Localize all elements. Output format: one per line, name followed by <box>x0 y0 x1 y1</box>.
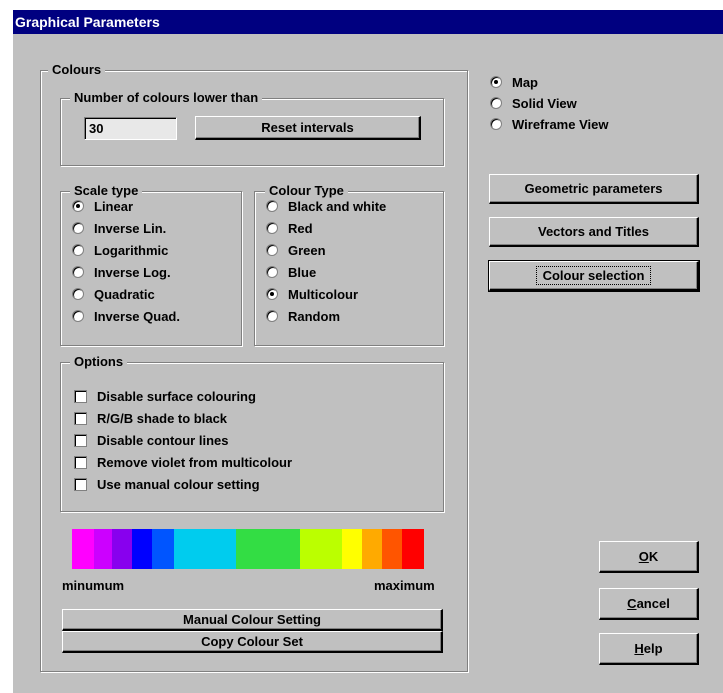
checkbox-disable-contour-lines[interactable]: Disable contour lines <box>74 431 228 449</box>
radio-label: Red <box>288 220 313 236</box>
reset-intervals-button[interactable]: Reset intervals <box>195 116 421 140</box>
geometric-parameters-label: Geometric parameters <box>524 181 663 196</box>
colour-swatch <box>382 529 402 569</box>
vectors-and-titles-button[interactable]: Vectors and Titles <box>489 217 699 247</box>
reset-intervals-label: Reset intervals <box>261 120 354 135</box>
manual-colour-setting-button[interactable]: Manual Colour Setting <box>62 609 443 631</box>
radio-label: Random <box>288 308 340 324</box>
radio-label: Inverse Log. <box>94 264 171 280</box>
colour-swatch <box>72 529 94 569</box>
manual-colour-setting-label: Manual Colour Setting <box>183 612 321 627</box>
cancel-label: Cancel <box>627 596 670 611</box>
colour-swatch <box>362 529 382 569</box>
radio-multicolour[interactable]: Multicolour <box>266 285 358 303</box>
radio-circle-icon <box>72 310 84 322</box>
radio-circle-icon <box>72 200 84 212</box>
maximum-label: maximum <box>374 578 435 593</box>
checkbox-box-icon <box>74 477 87 491</box>
radio-label: Solid View <box>512 95 577 111</box>
geometric-parameters-button[interactable]: Geometric parameters <box>489 174 699 204</box>
radio-label: Quadratic <box>94 286 155 302</box>
checkbox-r-g-b-shade-to-black[interactable]: R/G/B shade to black <box>74 409 227 427</box>
radio-circle-icon <box>266 310 278 322</box>
options-group-label: Options <box>70 353 128 371</box>
radio-label: Multicolour <box>288 286 359 302</box>
radio-label: Logarithmic <box>94 242 169 258</box>
radio-blue[interactable]: Blue <box>266 263 316 281</box>
checkbox-label: Remove violet from multicolour <box>97 454 293 470</box>
radio-circle-icon <box>72 266 84 278</box>
radio-solid-view[interactable]: Solid View <box>490 94 577 112</box>
radio-circle-icon <box>490 76 502 88</box>
vectors-and-titles-label: Vectors and Titles <box>537 224 650 239</box>
radio-label: Map <box>512 74 538 90</box>
colour-swatch <box>402 529 424 569</box>
radio-circle-icon <box>266 200 278 212</box>
checkbox-box-icon <box>74 433 87 447</box>
radio-circle-icon <box>72 288 84 300</box>
colour-swatch <box>174 529 236 569</box>
radio-inverse-lin[interactable]: Inverse Lin. <box>72 219 166 237</box>
colour-swatch <box>236 529 300 569</box>
radio-label: Wireframe View <box>512 116 609 132</box>
copy-colour-set-label: Copy Colour Set <box>201 634 303 649</box>
radio-label: Black and white <box>288 198 387 214</box>
radio-circle-icon <box>72 244 84 256</box>
checkbox-box-icon <box>74 455 87 469</box>
radio-circle-icon <box>266 266 278 278</box>
radio-logarithmic[interactable]: Logarithmic <box>72 241 168 259</box>
ok-button[interactable]: OK <box>599 541 699 573</box>
colour-swatch <box>152 529 174 569</box>
radio-linear[interactable]: Linear <box>72 197 133 215</box>
radio-red[interactable]: Red <box>266 219 313 237</box>
radio-label: Inverse Lin. <box>94 220 167 236</box>
radio-green[interactable]: Green <box>266 241 326 259</box>
colour-swatch <box>132 529 152 569</box>
checkbox-label: Disable surface colouring <box>97 388 256 404</box>
checkbox-label: R/G/B shade to black <box>97 410 228 426</box>
minimum-label: minumum <box>62 578 125 593</box>
checkbox-label: Disable contour lines <box>97 432 229 448</box>
number-of-colours-label: Number of colours lower than <box>70 89 263 107</box>
radio-inverse-log[interactable]: Inverse Log. <box>72 263 171 281</box>
help-label: Help <box>634 641 663 656</box>
colour-swatch <box>112 529 132 569</box>
radio-label: Blue <box>288 264 317 280</box>
radio-inverse-quad[interactable]: Inverse Quad. <box>72 307 180 325</box>
radio-circle-icon <box>490 97 502 109</box>
checkbox-remove-violet-from-multicolour[interactable]: Remove violet from multicolour <box>74 453 292 471</box>
radio-map[interactable]: Map <box>490 73 538 91</box>
checkbox-label: Use manual colour setting <box>97 476 260 492</box>
radio-quadratic[interactable]: Quadratic <box>72 285 155 303</box>
window-title: Graphical Parameters <box>13 10 723 34</box>
checkbox-use-manual-colour-setting[interactable]: Use manual colour setting <box>74 475 260 493</box>
radio-random[interactable]: Random <box>266 307 340 325</box>
checkbox-disable-surface-colouring[interactable]: Disable surface colouring <box>74 387 256 405</box>
ok-label: OK <box>638 549 659 564</box>
colours-group-label: Colours <box>48 61 106 79</box>
radio-circle-icon <box>490 118 502 130</box>
radio-wireframe-view[interactable]: Wireframe View <box>490 115 608 133</box>
radio-label: Inverse Quad. <box>94 308 180 324</box>
colour-selection-button[interactable]: Colour selection <box>488 260 700 292</box>
colour-scale-bar <box>72 529 434 569</box>
colour-count-input[interactable] <box>84 117 177 140</box>
checkbox-box-icon <box>74 411 87 425</box>
radio-circle-icon <box>266 244 278 256</box>
radio-circle-icon <box>72 222 84 234</box>
radio-circle-icon <box>266 222 278 234</box>
radio-label: Linear <box>94 198 134 214</box>
colour-swatch <box>94 529 112 569</box>
graphical-parameters-dialog: Graphical Parameters Colours Number of c… <box>11 8 723 693</box>
colour-swatch <box>300 529 342 569</box>
radio-circle-icon <box>266 288 278 300</box>
colour-swatch <box>342 529 362 569</box>
cancel-button[interactable]: Cancel <box>599 588 699 620</box>
radio-label: Green <box>288 242 326 258</box>
radio-black-and-white[interactable]: Black and white <box>266 197 386 215</box>
checkbox-box-icon <box>74 389 87 403</box>
copy-colour-set-button[interactable]: Copy Colour Set <box>62 631 443 653</box>
colour-selection-label: Colour selection <box>535 266 652 285</box>
help-button[interactable]: Help <box>599 633 699 665</box>
